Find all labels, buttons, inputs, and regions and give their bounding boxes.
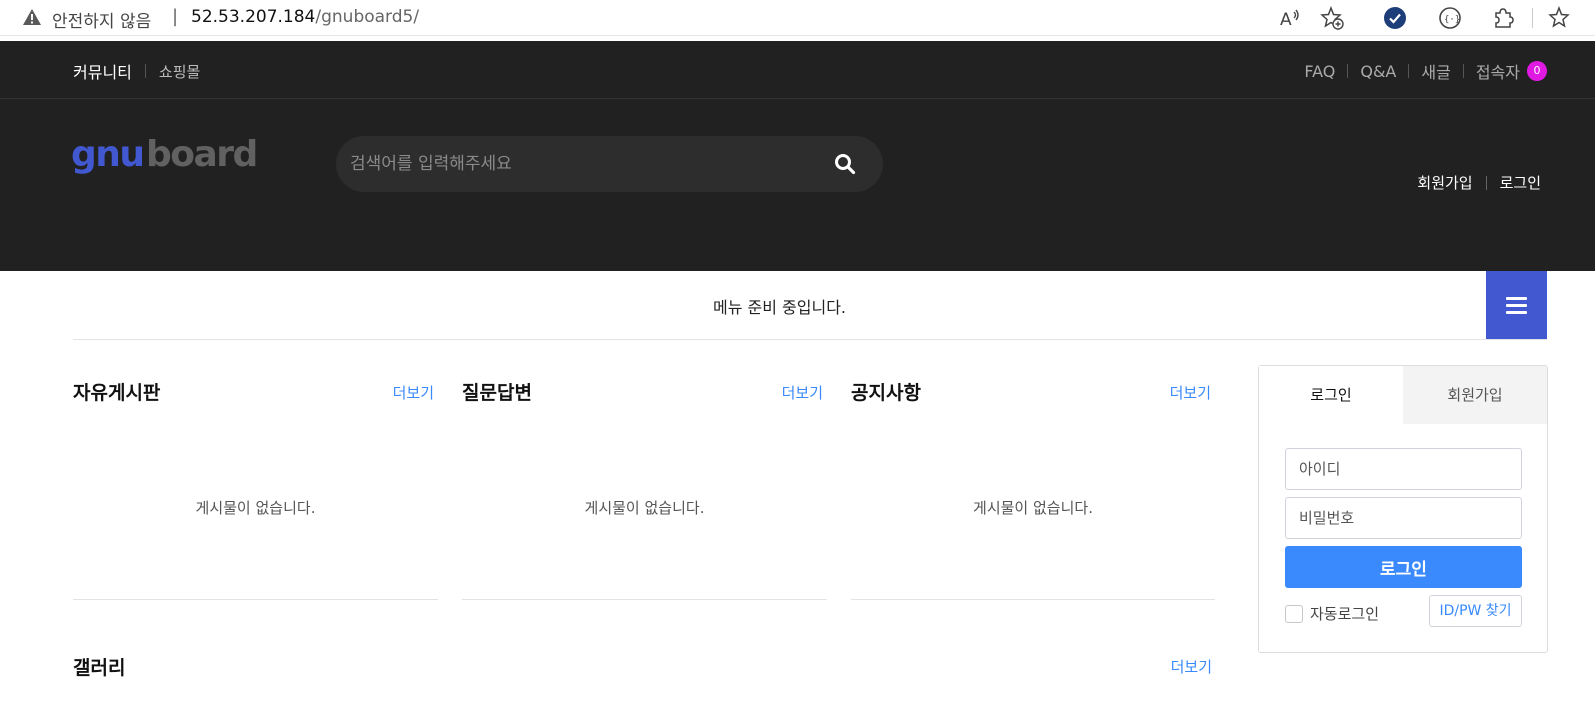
search-input[interactable] bbox=[348, 146, 808, 182]
latest-board-free: 자유게시판 더보기 게시물이 없습니다. bbox=[73, 366, 438, 600]
address-separator: | bbox=[172, 6, 179, 27]
qna-link[interactable]: Q&A bbox=[1360, 62, 1396, 81]
visitor-count-badge: 0 bbox=[1527, 61, 1547, 81]
user-id-field[interactable] bbox=[1285, 448, 1522, 490]
header-member-links: 회원가입 로그인 bbox=[1417, 172, 1541, 193]
login-submit-button[interactable]: 로그인 bbox=[1285, 546, 1522, 588]
svg-text:A: A bbox=[1280, 10, 1292, 30]
new-posts-link[interactable]: 새글 bbox=[1421, 59, 1450, 83]
login-tabs: 로그인 회원가입 bbox=[1259, 366, 1547, 424]
site-header: gnu board 회원가입 로그인 bbox=[0, 99, 1595, 271]
warning-icon[interactable] bbox=[22, 8, 42, 26]
tab-login[interactable]: 로그인 bbox=[1259, 366, 1403, 424]
password-field[interactable] bbox=[1285, 497, 1522, 539]
hamburger-icon bbox=[1506, 311, 1527, 314]
gallery-more-link[interactable]: 더보기 bbox=[1171, 656, 1212, 677]
logo-text-gnu: gnu bbox=[71, 134, 144, 175]
url-path: /gnuboard5/ bbox=[315, 7, 420, 27]
outlogin-box: 로그인 회원가입 로그인 자동로그인 ID/PW 찾기 bbox=[1258, 365, 1548, 653]
auto-login-label[interactable]: 자동로그인 bbox=[1310, 603, 1379, 624]
puzzle-icon[interactable] bbox=[1491, 6, 1515, 30]
divider bbox=[1462, 64, 1464, 78]
url-field[interactable]: 52.53.207.184/gnuboard5/ bbox=[191, 7, 419, 27]
divider bbox=[144, 64, 146, 78]
divider bbox=[1485, 175, 1487, 190]
logo-text-board: board bbox=[146, 134, 257, 175]
hamburger-icon bbox=[1506, 304, 1527, 307]
top-left-nav: 커뮤니티 쇼핑몰 bbox=[73, 59, 200, 83]
board-title[interactable]: 질문답변 bbox=[462, 378, 532, 405]
board-more-link[interactable]: 더보기 bbox=[782, 382, 823, 403]
search-icon[interactable] bbox=[834, 153, 856, 175]
find-id-pw-button[interactable]: ID/PW 찾기 bbox=[1429, 595, 1522, 627]
login-link[interactable]: 로그인 bbox=[1500, 172, 1541, 193]
gnuboard-logo: gnu board bbox=[71, 134, 258, 175]
board-empty-message: 게시물이 없습니다. bbox=[973, 499, 1093, 517]
toolbar-divider bbox=[1532, 8, 1533, 28]
menu-toggle-button[interactable] bbox=[1486, 271, 1547, 339]
top-right-nav: FAQ Q&A 새글 접속자 0 bbox=[1304, 59, 1547, 83]
security-status-text[interactable]: 안전하지 않음 bbox=[52, 7, 151, 32]
faq-link[interactable]: FAQ bbox=[1304, 62, 1335, 81]
latest-board-notice: 공지사항 더보기 게시물이 없습니다. bbox=[851, 366, 1215, 600]
svg-text:{·}: {·} bbox=[1444, 15, 1460, 25]
board-title[interactable]: 공지사항 bbox=[851, 378, 921, 405]
visitors-link[interactable]: 접속자 bbox=[1476, 59, 1520, 83]
gallery-title[interactable]: 갤러리 bbox=[73, 653, 125, 680]
check-circle-icon[interactable] bbox=[1383, 6, 1407, 30]
community-link[interactable]: 커뮤니티 bbox=[73, 59, 132, 83]
search-bar bbox=[336, 136, 883, 192]
url-host: 52.53.207.184 bbox=[191, 7, 316, 27]
main-navigation: 메뉴 준비 중입니다. bbox=[73, 271, 1547, 340]
board-more-link[interactable]: 더보기 bbox=[1170, 382, 1211, 403]
menu-empty-message: 메뉴 준비 중입니다. bbox=[712, 298, 847, 317]
browser-address-bar: 안전하지 않음 | 52.53.207.184/gnuboard5/ A {·} bbox=[0, 0, 1595, 36]
board-title[interactable]: 자유게시판 bbox=[73, 378, 160, 405]
auto-login: 자동로그인 bbox=[1285, 603, 1379, 624]
board-more-link[interactable]: 더보기 bbox=[393, 382, 434, 403]
divider bbox=[1347, 64, 1349, 78]
latest-gallery: 갤러리 더보기 bbox=[73, 650, 1215, 690]
signup-link[interactable]: 회원가입 bbox=[1417, 172, 1472, 193]
board-empty-message: 게시물이 없습니다. bbox=[195, 499, 316, 517]
shop-link[interactable]: 쇼핑몰 bbox=[159, 61, 200, 82]
tab-signup[interactable]: 회원가입 bbox=[1403, 366, 1547, 424]
hamburger-icon bbox=[1506, 297, 1527, 300]
auto-login-checkbox[interactable] bbox=[1285, 604, 1303, 623]
latest-board-qa: 질문답변 더보기 게시물이 없습니다. bbox=[462, 366, 827, 600]
read-aloud-icon[interactable]: A bbox=[1278, 6, 1302, 30]
divider bbox=[1408, 64, 1410, 78]
top-bar: 커뮤니티 쇼핑몰 FAQ Q&A 새글 접속자 0 bbox=[0, 41, 1595, 99]
add-favorite-icon[interactable] bbox=[1320, 6, 1344, 30]
extension-icon[interactable]: {·} bbox=[1438, 6, 1462, 30]
favorites-icon[interactable] bbox=[1548, 6, 1572, 30]
site-logo[interactable]: gnu board bbox=[71, 133, 261, 187]
board-empty-message: 게시물이 없습니다. bbox=[584, 499, 705, 517]
